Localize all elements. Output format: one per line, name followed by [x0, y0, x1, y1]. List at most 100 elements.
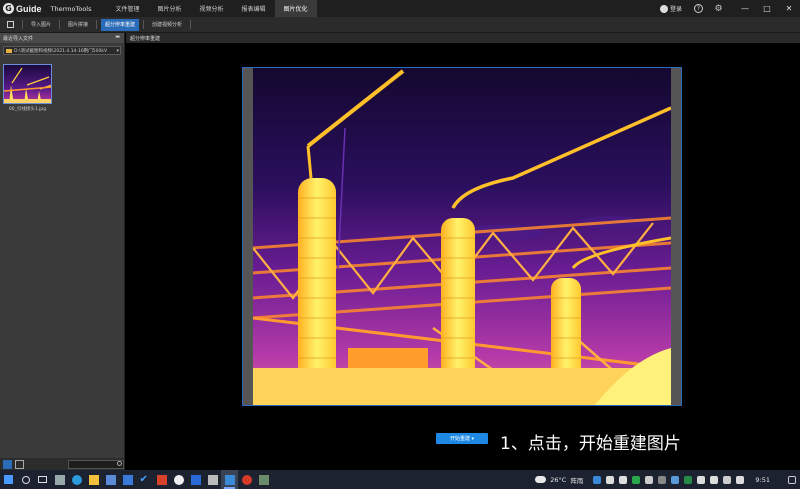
pin-icon[interactable]: ▬ [115, 34, 120, 40]
guide-logo-icon: G [3, 3, 14, 14]
taskbar-app-3[interactable] [187, 470, 204, 489]
tray-app-icon[interactable] [593, 475, 602, 484]
tray-app-icon[interactable] [645, 475, 654, 484]
weather-text: 阵雨 [570, 476, 584, 485]
save-icon[interactable] [2, 17, 18, 33]
minimize-button[interactable]: — [734, 0, 756, 17]
start-button[interactable] [0, 470, 17, 489]
taskbar-edge[interactable] [68, 470, 85, 489]
clock[interactable]: 9:51 [755, 476, 770, 484]
panel-title: 最近导入文件 [3, 35, 34, 42]
app-icon [54, 474, 65, 485]
windows-taskbar: ✔ 26°C 阵雨 9:51 [0, 470, 800, 489]
menu-report-edit[interactable]: 报表编辑 [233, 0, 275, 17]
weather-temp: 26°C [550, 475, 567, 484]
panel-footer [0, 458, 124, 470]
bluetooth-icon[interactable] [671, 475, 680, 484]
system-tray: 26°C 阵雨 9:51 [535, 470, 800, 489]
weather-widget[interactable]: 26°C 阵雨 [535, 475, 583, 485]
tray-app-icon[interactable] [658, 475, 667, 484]
cloud-icon [535, 476, 547, 483]
edge-icon [71, 474, 82, 485]
guide-logo: G Guide [3, 3, 42, 14]
instruction-caption: 1、点击，开始重建图片 [500, 434, 681, 454]
volume-icon[interactable] [710, 475, 719, 484]
image-stitch-button[interactable]: 图片拼接 [64, 19, 92, 31]
network-icon[interactable] [736, 475, 745, 484]
menu-image-analysis[interactable]: 图片分析 [149, 0, 191, 17]
thermal-image-viewer[interactable] [242, 67, 682, 406]
thumbnail-label: 00_引线接头1.jpg [8, 107, 47, 112]
keyboard-icon[interactable] [723, 475, 732, 484]
search-icon [21, 475, 30, 484]
taskbar-store[interactable] [102, 470, 119, 489]
app-icon [241, 474, 252, 485]
settings-icon[interactable]: ⚙ [714, 4, 723, 14]
office-icon [156, 474, 167, 485]
tray-app-icon[interactable] [619, 475, 628, 484]
main-workspace: 超分辨率重建 开始重建 ▾ 1、点击，开始重建图片 [126, 33, 800, 470]
taskbar-app-2[interactable] [170, 470, 187, 489]
main-menu: 文件管理 图片分析 视频分析 报表编辑 图片优化 [106, 0, 317, 17]
folder-path-text: D:\测试截图和视频\2021.4.14-16荆门500kV [14, 48, 108, 54]
search-input[interactable] [68, 459, 124, 469]
notification-icon[interactable] [788, 475, 796, 484]
taskbar-app-5[interactable] [238, 470, 255, 489]
menu-image-optimize[interactable]: 图片优化 [274, 0, 317, 17]
recent-files-panel: 最近导入文件 ▬ D:\测试截图和视频\2021.4.14-16荆门500kV … [0, 33, 125, 470]
tray-app-icon[interactable] [606, 475, 615, 484]
battery-icon[interactable] [697, 475, 706, 484]
search-icon [117, 460, 122, 466]
import-image-button[interactable]: 导入图片 [27, 19, 55, 31]
taskbar-app-4[interactable] [204, 470, 221, 489]
checkmark-icon: ✔ [139, 473, 148, 485]
app-icon [173, 474, 184, 485]
toolbar-divider [22, 20, 23, 29]
toolbar-divider [143, 20, 145, 29]
thermotools-icon [224, 474, 235, 485]
start-rebuild-button[interactable]: 开始重建 ▾ [436, 433, 488, 444]
help-icon[interactable]: ? [694, 4, 703, 13]
folder-icon [6, 48, 12, 53]
login-button[interactable]: 登录 [659, 4, 682, 13]
mail-icon [122, 474, 133, 485]
store-icon [105, 474, 116, 485]
start-rebuild-label: 开始重建 [449, 436, 470, 442]
create-video-analysis-button[interactable]: 创建视频分析 [148, 19, 186, 31]
windows-icon [4, 475, 13, 484]
taskbar-todo[interactable]: ✔ [136, 470, 153, 489]
menu-file-management[interactable]: 文件管理 [106, 0, 148, 17]
taskbar-office[interactable] [153, 470, 170, 489]
toolbar: 导入图片 图片拼接 超分辨率重建 创建视频分析 [0, 17, 800, 33]
grid-view-icon[interactable] [3, 459, 12, 469]
title-bar: G Guide ThermoTools 文件管理 图片分析 视频分析 报表编辑 … [0, 0, 800, 17]
taskbar-thermotools[interactable] [221, 470, 238, 489]
tab-super-resolution[interactable]: 超分辨率重建 [126, 33, 800, 43]
maximize-button[interactable]: □ [756, 0, 778, 17]
search-taskbar-button[interactable] [17, 470, 34, 489]
app-icon [207, 474, 218, 485]
tray-app-icon[interactable] [684, 475, 693, 484]
image-thumbnail[interactable] [3, 64, 52, 104]
menu-video-analysis[interactable]: 视频分析 [191, 0, 233, 17]
toolbar-divider [190, 20, 192, 29]
taskbar-app-1[interactable] [51, 470, 68, 489]
app-icon [258, 474, 269, 485]
thermal-image [253, 68, 671, 405]
toolbar-divider [59, 20, 61, 29]
list-view-icon[interactable] [15, 459, 24, 469]
chevron-down-icon: ▾ [116, 47, 119, 54]
taskbar-explorer[interactable] [85, 470, 102, 489]
user-icon [659, 4, 668, 13]
task-view-icon [38, 476, 47, 483]
close-button[interactable]: ✕ [778, 0, 800, 17]
panel-header: 最近导入文件 ▬ [0, 33, 124, 43]
app-name: ThermoTools [50, 4, 92, 13]
brand-name: Guide [16, 3, 42, 14]
super-resolution-button[interactable]: 超分辨率重建 [101, 18, 140, 31]
folder-path-select[interactable]: D:\测试截图和视频\2021.4.14-16荆门500kV ▾ [3, 46, 121, 55]
task-view-button[interactable] [34, 470, 51, 489]
taskbar-app-6[interactable] [255, 470, 272, 489]
tray-app-icon[interactable] [632, 475, 641, 484]
taskbar-mail[interactable] [119, 470, 136, 489]
